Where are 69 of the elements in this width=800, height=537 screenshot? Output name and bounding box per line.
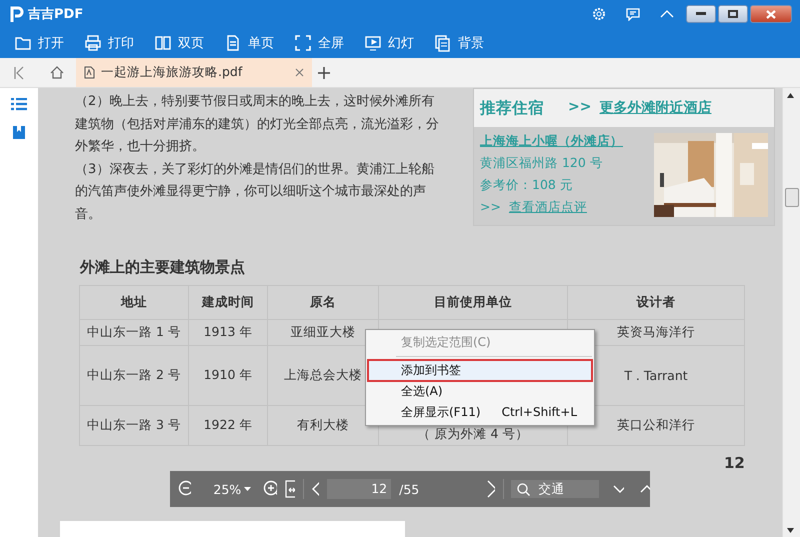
scroll-down-icon[interactable] [787,528,794,533]
page-input[interactable]: 12 [327,479,392,499]
next-page-icon[interactable] [487,480,495,498]
more-hotels-link[interactable]: 更多外滩附近酒店 [599,99,712,117]
hotel-heading: 推荐住宿 [480,98,544,118]
settings-icon[interactable] [592,7,606,21]
logo-icon [10,6,24,22]
minimize-button[interactable] [686,5,716,23]
table-cell: 1922 年 [188,406,268,446]
fullscreen-icon [294,34,312,52]
bookmark-icon[interactable] [12,125,26,140]
sidebar-toggle-icon[interactable] [14,66,24,80]
maximize-icon [728,10,738,18]
new-tab-icon[interactable] [318,66,330,78]
close-button[interactable] [750,5,792,23]
document-tab[interactable]: 一起游上海旅游攻略.pdf [76,58,312,87]
scroll-thumb[interactable] [785,188,799,207]
next-result-icon[interactable] [613,485,624,493]
search-icon [517,482,530,496]
column-header: 设计者 [568,286,744,320]
search-field[interactable]: 交通 [511,480,600,498]
paragraph: （3）深夜去，关了彩灯的外滩是情侣们的世界。黄浦江上轮船的汽笛声使外滩显得更宁静，你可以细听这个城市最深处的声音。 [75,160,436,224]
home-icon[interactable] [50,66,64,79]
close-tab-icon[interactable] [295,68,304,77]
table-title: 外滩上的主要建筑物景点 [80,258,246,277]
list-icon[interactable] [11,98,27,111]
toolbar-button[interactable]: 单页 [220,31,284,55]
toolbar-button[interactable]: 打开 [10,31,74,55]
toolbar-button[interactable]: 打印 [80,31,144,55]
zoom-out-icon[interactable] [178,480,192,498]
column-header: 地址 [80,286,188,320]
caret-icon [244,487,252,491]
table-cell: 1913 年 [188,320,268,346]
table-cell: 中山东一路 2 号 [80,346,188,406]
column-header: 建成时间 [188,286,268,320]
toolbar-button[interactable]: 全屏 [290,31,354,55]
paragraph: （2）晚上去，特别要节假日或周末的晚上去，这时候外滩所有建筑物（包括对岸浦东的建筑）的灯光全部点亮，流光溢彩，分外繁华，也十分拥挤。 [75,93,440,156]
link-marker: >> [480,199,501,216]
previous-result-icon[interactable] [640,485,650,493]
printer-icon [84,34,102,52]
link-marker: >> [568,99,592,117]
table-cell: 中山东一路 3 号 [80,406,188,446]
hotel-price: 参考价：108 元 [480,177,574,194]
maximize-button[interactable] [718,5,748,23]
column-header: 目前使用单位 [378,286,568,320]
close-icon [766,10,776,18]
previous-page-icon[interactable] [312,480,320,498]
two-page-icon [154,34,172,52]
scroll-up-icon[interactable] [787,93,794,98]
pdf-file-icon [84,66,95,79]
collapse-icon[interactable] [660,10,674,18]
fit-width-icon[interactable] [284,480,295,498]
minimize-icon [696,12,706,16]
slideshow-icon [364,34,382,52]
app-name: 吉吉PDF [28,6,84,23]
page-number: 12 [724,454,745,472]
table-cell: 1910 年 [188,346,268,406]
toolbar-button[interactable]: 双页 [150,31,214,55]
toolbar-button[interactable]: 背景 [430,31,494,55]
table-cell: 中山东一路 1 号 [80,320,188,346]
page-total: /55 [399,482,420,496]
toolbar-button[interactable]: 幻灯 [360,31,424,55]
chat-icon[interactable] [626,8,640,20]
zoom-in-icon[interactable] [263,480,277,498]
background-icon [434,34,452,52]
column-header: 原名 [268,286,378,320]
menu-item[interactable]: 添加到书签 [368,360,592,381]
zoom-dropdown[interactable]: 25% [213,482,252,496]
hotel-address: 黄浦区福州路 120 号 [480,155,604,172]
